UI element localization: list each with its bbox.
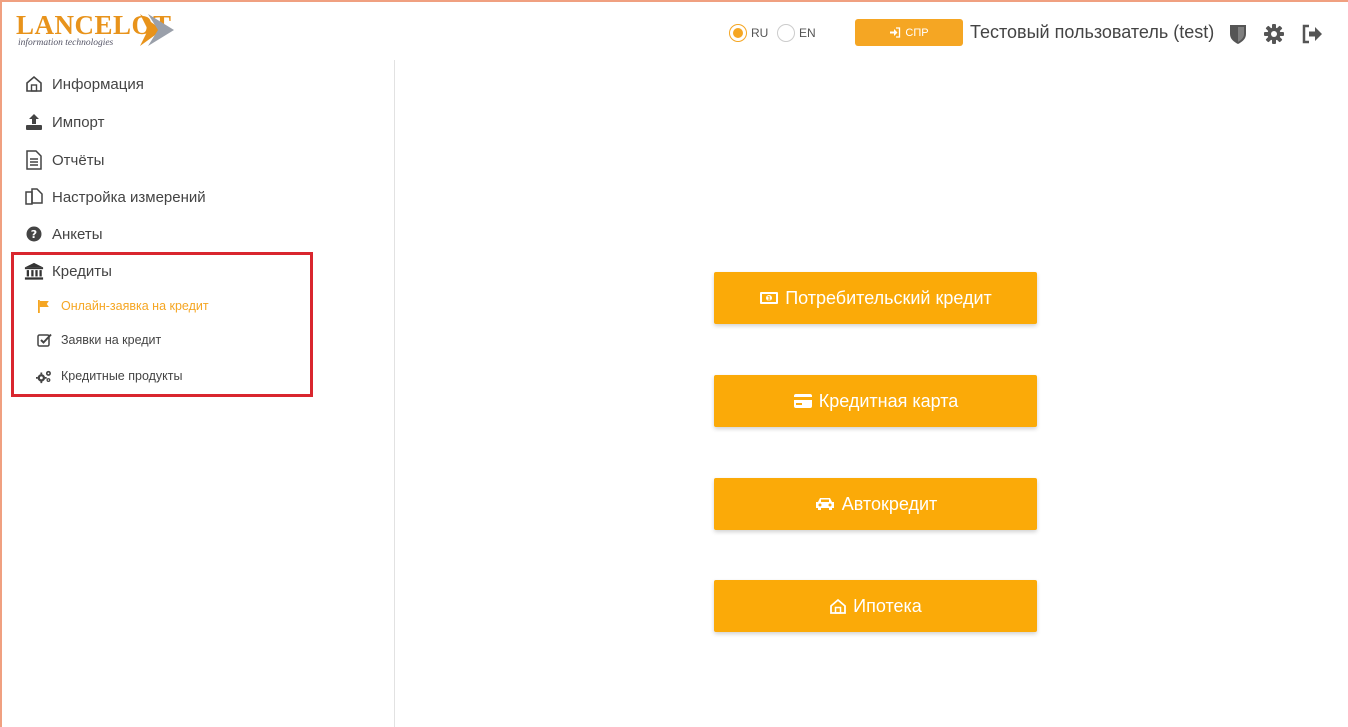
header: LANCELOT information technologies RU EN … bbox=[0, 0, 1348, 60]
lang-en-option[interactable]: EN bbox=[777, 24, 816, 42]
credits-highlight-box bbox=[11, 252, 313, 397]
car-icon bbox=[815, 498, 834, 510]
sidebar-item-label: Анкеты bbox=[52, 225, 103, 243]
copy-icon bbox=[24, 187, 44, 207]
spr-button-label: СПР bbox=[905, 26, 929, 39]
home-icon bbox=[830, 598, 847, 614]
sidebar-item-measurement-settings[interactable]: Настройка измерений bbox=[24, 187, 206, 207]
logo-arrow-icon bbox=[140, 14, 174, 46]
shield-icon[interactable] bbox=[1227, 23, 1249, 45]
logout-icon[interactable] bbox=[1301, 23, 1323, 45]
sign-in-icon bbox=[890, 27, 901, 38]
credit-card-label: Кредитная карта bbox=[818, 390, 959, 411]
lang-ru-option[interactable]: RU bbox=[729, 24, 768, 42]
consumer-credit-label: Потребительский кредит bbox=[785, 287, 992, 308]
sidebar-item-info[interactable]: Информация bbox=[24, 74, 144, 94]
spr-button[interactable]: СПР bbox=[855, 19, 963, 46]
lang-en-label: EN bbox=[799, 26, 816, 40]
sidebar-item-import[interactable]: Импорт bbox=[24, 112, 104, 132]
svg-text:?: ? bbox=[31, 228, 37, 241]
mortgage-label: Ипотека bbox=[853, 595, 922, 616]
auto-credit-button[interactable]: Автокредит bbox=[714, 478, 1037, 530]
auto-credit-label: Автокредит bbox=[841, 493, 938, 514]
credit-card-icon bbox=[793, 394, 812, 408]
upload-icon bbox=[24, 112, 44, 132]
lang-en-radio[interactable] bbox=[777, 24, 795, 42]
credit-card-button[interactable]: Кредитная карта bbox=[714, 375, 1037, 427]
sidebar-item-label: Отчёты bbox=[52, 151, 105, 169]
sidebar-item-questionnaires[interactable]: ? Анкеты bbox=[24, 224, 103, 244]
consumer-credit-button[interactable]: 1 Потребительский кредит bbox=[714, 272, 1037, 324]
sidebar-item-label: Информация bbox=[52, 75, 144, 93]
sidebar-item-label: Настройка измерений bbox=[52, 188, 206, 206]
logo-subtitle: information technologies bbox=[18, 38, 114, 48]
question-circle-icon: ? bbox=[24, 224, 44, 244]
lang-ru-label: RU bbox=[751, 26, 769, 40]
sidebar-item-label: Импорт bbox=[52, 113, 105, 131]
money-icon: 1 bbox=[760, 292, 779, 304]
home-icon bbox=[24, 74, 44, 94]
gear-icon[interactable] bbox=[1263, 23, 1285, 45]
logo[interactable]: LANCELOT information technologies bbox=[16, 10, 186, 52]
sidebar-item-reports[interactable]: Отчёты bbox=[24, 150, 104, 170]
document-icon bbox=[24, 150, 44, 170]
lang-ru-radio[interactable] bbox=[729, 24, 747, 42]
mortgage-button[interactable]: Ипотека bbox=[714, 580, 1037, 632]
user-name[interactable]: Тестовый пользователь (test) bbox=[970, 22, 1214, 43]
svg-text:1: 1 bbox=[767, 296, 771, 303]
